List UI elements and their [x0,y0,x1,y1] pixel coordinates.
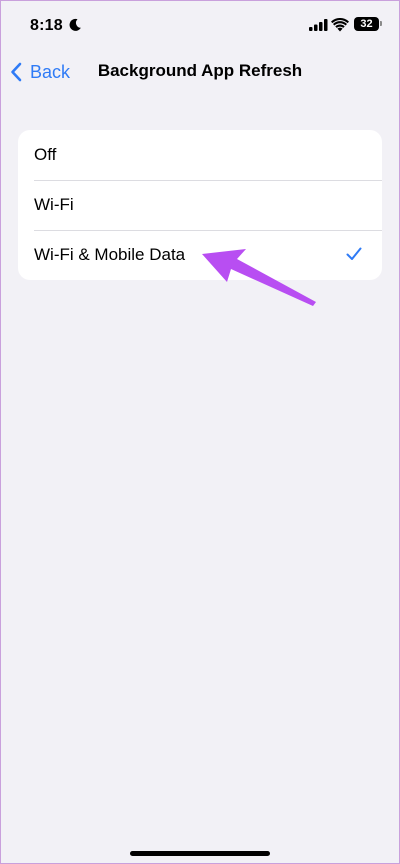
option-label: Off [34,145,57,164]
home-indicator[interactable] [130,851,270,856]
back-label: Back [30,61,71,82]
chevron-left-icon [11,62,22,82]
battery-cap [380,21,382,26]
navigation-bar: Background App Refresh Back [0,48,400,96]
option-off[interactable]: Off [18,130,382,180]
annotation-arrow-icon [202,249,316,306]
option-wifi[interactable]: Wi-Fi [18,180,382,230]
signal-icon [309,19,328,31]
moon-icon [69,18,81,31]
battery-icon: 32 [354,17,379,31]
option-label: Wi-Fi & Mobile Data [34,245,186,264]
back-button[interactable]: Back [10,58,70,86]
status-bar: 8:18 32 [0,0,400,46]
status-time: 8:18 [30,17,63,34]
checkmark-icon [346,247,362,260]
option-label: Wi-Fi [34,195,74,214]
wifi-icon [331,18,349,32]
